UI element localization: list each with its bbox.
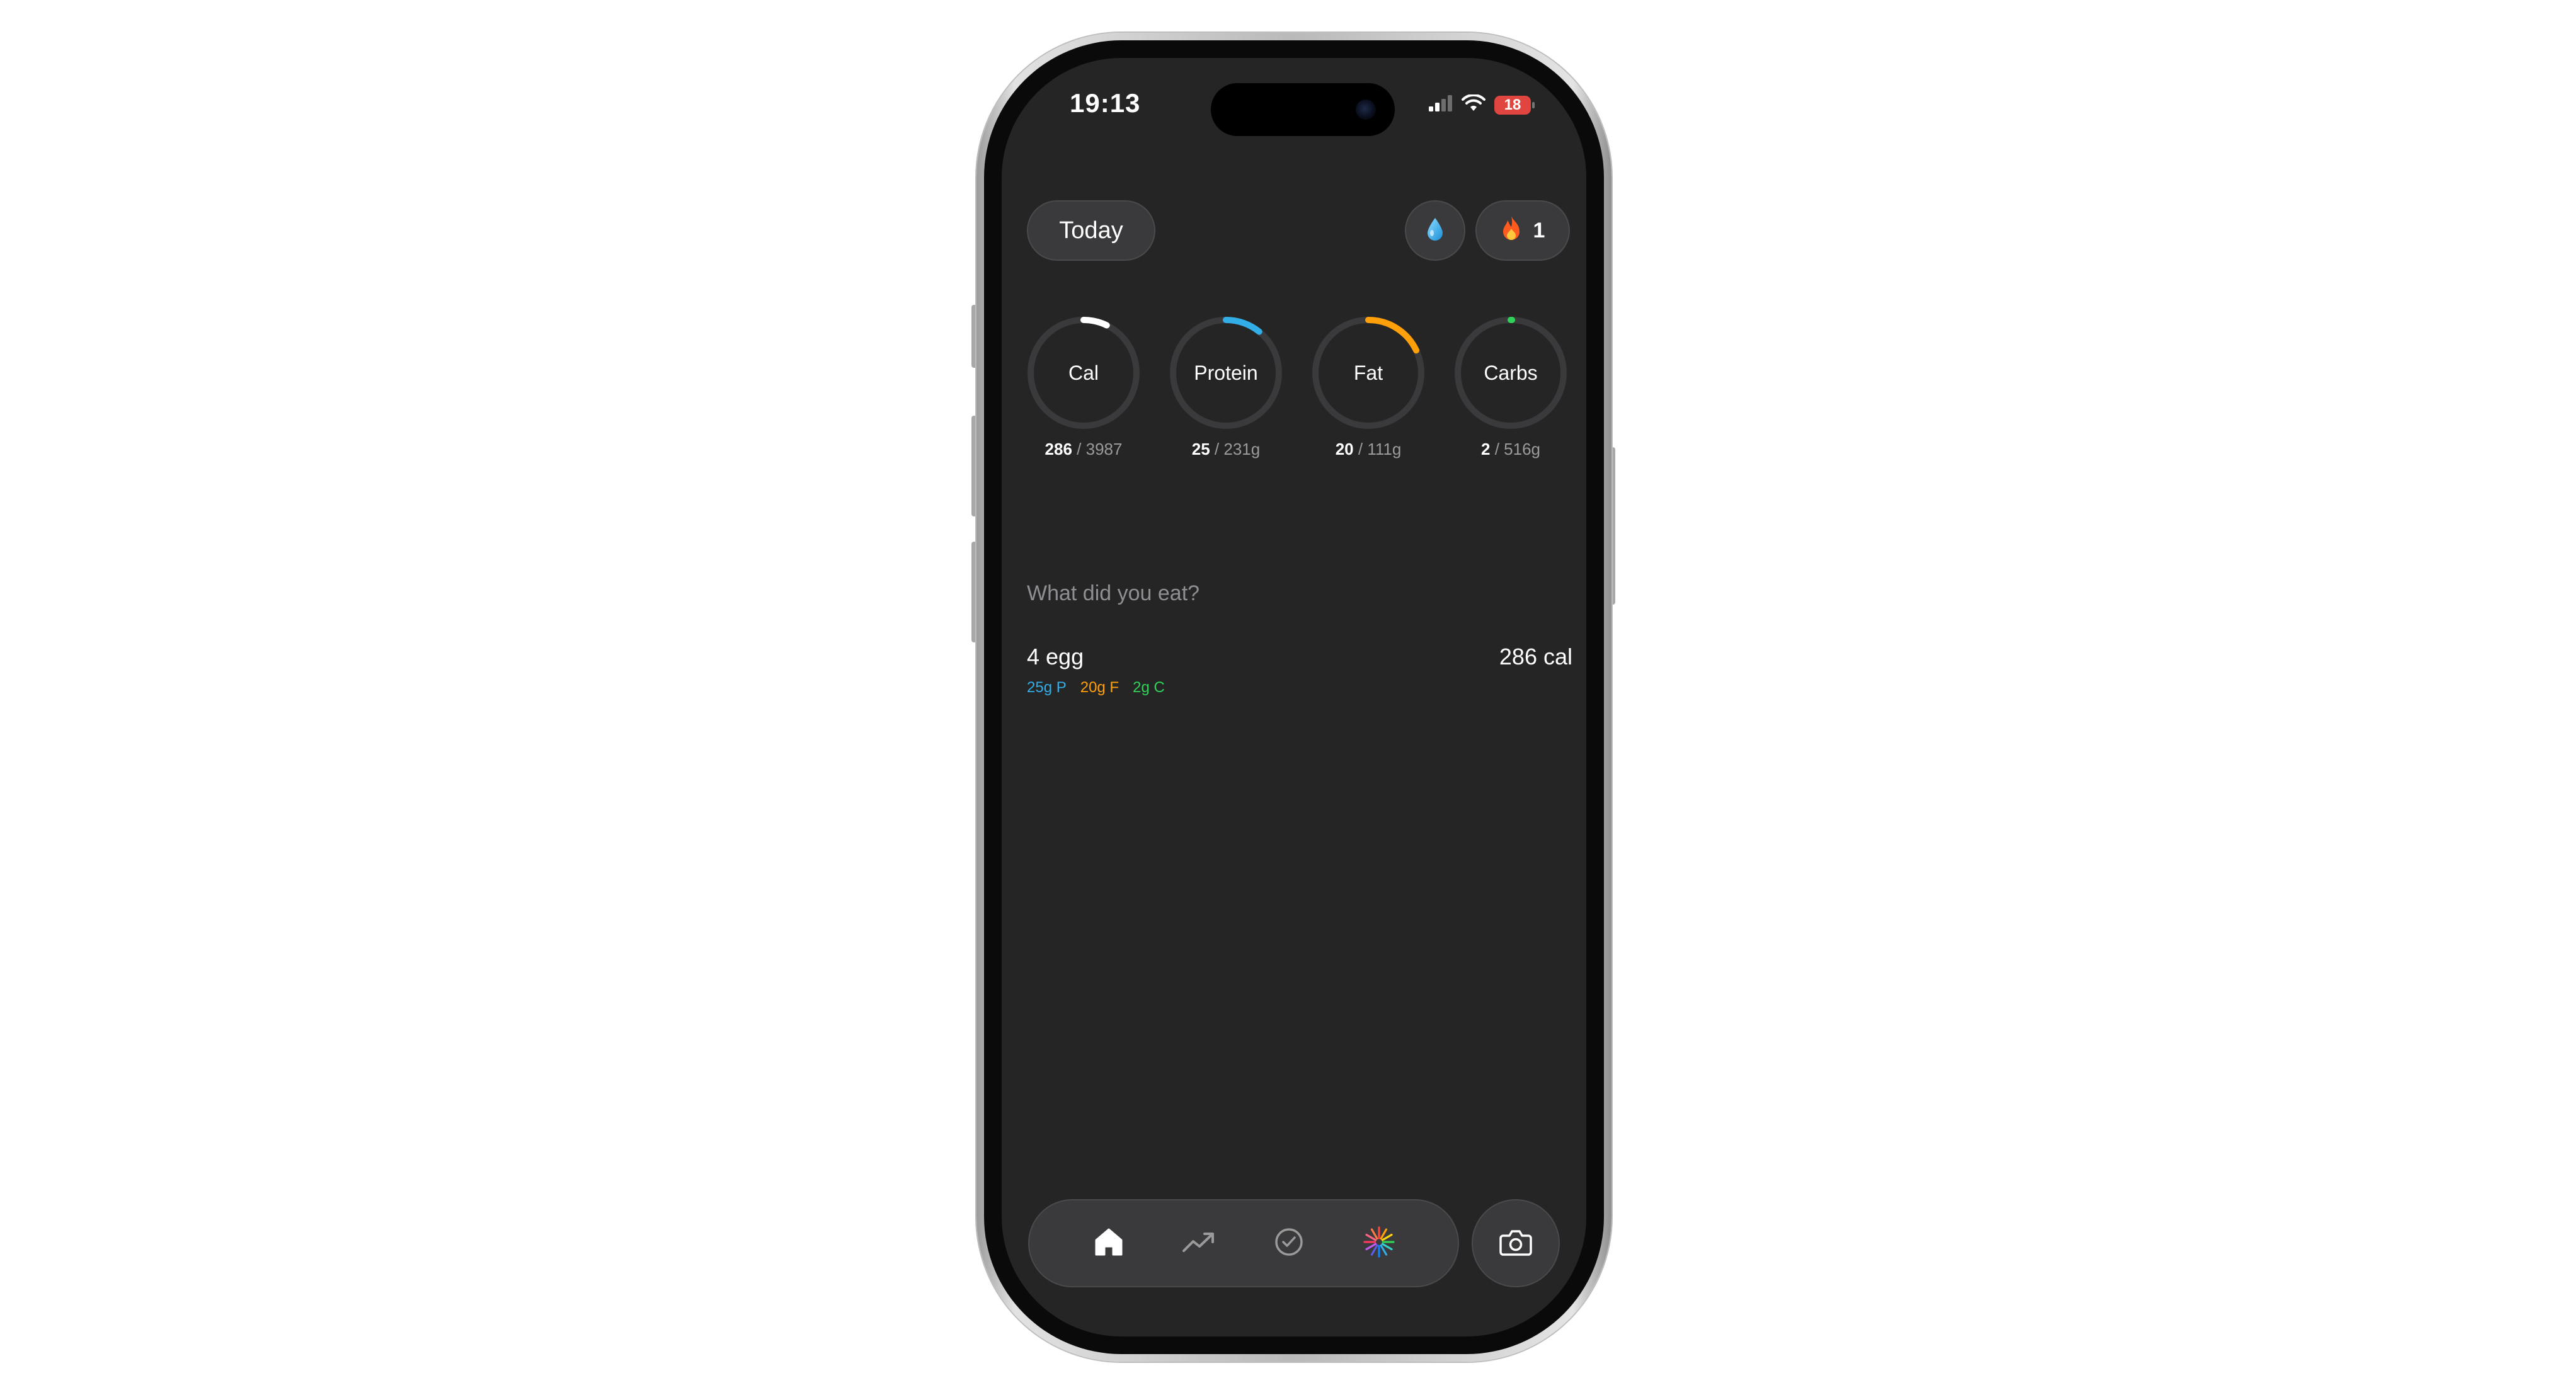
- macro-ring-carbs[interactable]: Carbs 2 / 516g: [1448, 316, 1574, 474]
- ai-sparkle-icon: [1363, 1226, 1395, 1262]
- carbs-current: 2: [1481, 440, 1491, 459]
- status-indicators: 18: [1429, 93, 1535, 115]
- fat-goal: 111g: [1367, 440, 1402, 459]
- streak-button[interactable]: 1: [1475, 200, 1570, 261]
- streak-count: 1: [1533, 218, 1545, 242]
- protein-values: 25 / 231g: [1163, 440, 1289, 459]
- cellular-signal-icon: [1429, 95, 1453, 115]
- food-entry[interactable]: 4 egg 286 cal 25g P 20g F 2g C: [1027, 644, 1572, 713]
- carbs-values: 2 / 516g: [1448, 440, 1574, 459]
- macro-ring-calories[interactable]: Cal 286 / 3987: [1021, 316, 1147, 474]
- macro-ring-protein[interactable]: Protein 25 / 231g: [1163, 316, 1289, 474]
- fat-label: Fat: [1353, 361, 1383, 384]
- nav-ai-assistant[interactable]: [1354, 1218, 1404, 1268]
- carbs-goal: 516g: [1504, 440, 1540, 459]
- checkmark-circle-icon: [1274, 1228, 1303, 1260]
- today-label: Today: [1059, 217, 1123, 244]
- food-entry-fat: 20g F: [1080, 679, 1119, 696]
- protein-goal: 231g: [1223, 440, 1261, 459]
- food-entry-protein: 25g P: [1027, 679, 1067, 696]
- stage: 19:13 18 Today 1 Cal 286 / 3987 Protein …: [0, 0, 2576, 1390]
- fat-values: 20 / 111g: [1305, 440, 1431, 459]
- battery-level: 18: [1504, 96, 1521, 113]
- fat-current: 20: [1335, 440, 1354, 459]
- bottom-nav: [1028, 1199, 1459, 1287]
- home-icon: [1094, 1228, 1124, 1260]
- app-screen: 19:13 18 Today 1 Cal 286 / 3987 Protein …: [1002, 58, 1586, 1336]
- macro-ring-fat[interactable]: Fat 20 / 111g: [1305, 316, 1431, 474]
- phone-bezel: 19:13 18 Today 1 Cal 286 / 3987 Protein …: [984, 40, 1604, 1354]
- protein-label: Protein: [1194, 361, 1258, 384]
- carbs-label: Carbs: [1484, 361, 1538, 384]
- protein-current: 25: [1191, 440, 1210, 459]
- today-button[interactable]: Today: [1027, 200, 1155, 261]
- calories-goal: 3987: [1085, 440, 1123, 459]
- front-camera: [1356, 100, 1376, 120]
- calories-current: 286: [1045, 440, 1072, 459]
- wifi-icon: [1462, 93, 1485, 115]
- phone-frame: 19:13 18 Today 1 Cal 286 / 3987 Protein …: [976, 33, 1611, 1362]
- calories-label: Cal: [1068, 361, 1099, 384]
- water-button[interactable]: [1405, 200, 1465, 261]
- camera-button[interactable]: [1472, 1199, 1560, 1287]
- food-entry-macros: 25g P 20g F 2g C: [1027, 679, 1165, 697]
- nav-goals[interactable]: [1264, 1218, 1314, 1268]
- fire-icon: [1501, 215, 1522, 247]
- dynamic-island: [1211, 83, 1395, 136]
- value-separator: /: [1077, 440, 1086, 459]
- value-separator: /: [1214, 440, 1224, 459]
- calories-values: 286 / 3987: [1021, 440, 1147, 459]
- camera-icon: [1499, 1228, 1532, 1259]
- nav-home[interactable]: [1084, 1218, 1134, 1268]
- food-entry-name: 4 egg: [1027, 644, 1084, 669]
- food-entry-calories: 286 cal: [1499, 644, 1572, 669]
- trend-chart-icon: [1182, 1231, 1216, 1256]
- value-separator: /: [1358, 440, 1368, 459]
- food-input[interactable]: [1027, 574, 1569, 612]
- battery-indicator: 18: [1494, 95, 1535, 115]
- water-drop-icon: [1426, 217, 1445, 245]
- nav-trends[interactable]: [1174, 1218, 1224, 1268]
- value-separator: /: [1494, 440, 1504, 459]
- status-time: 19:13: [1070, 88, 1141, 118]
- food-entry-carbs: 2g C: [1133, 679, 1165, 696]
